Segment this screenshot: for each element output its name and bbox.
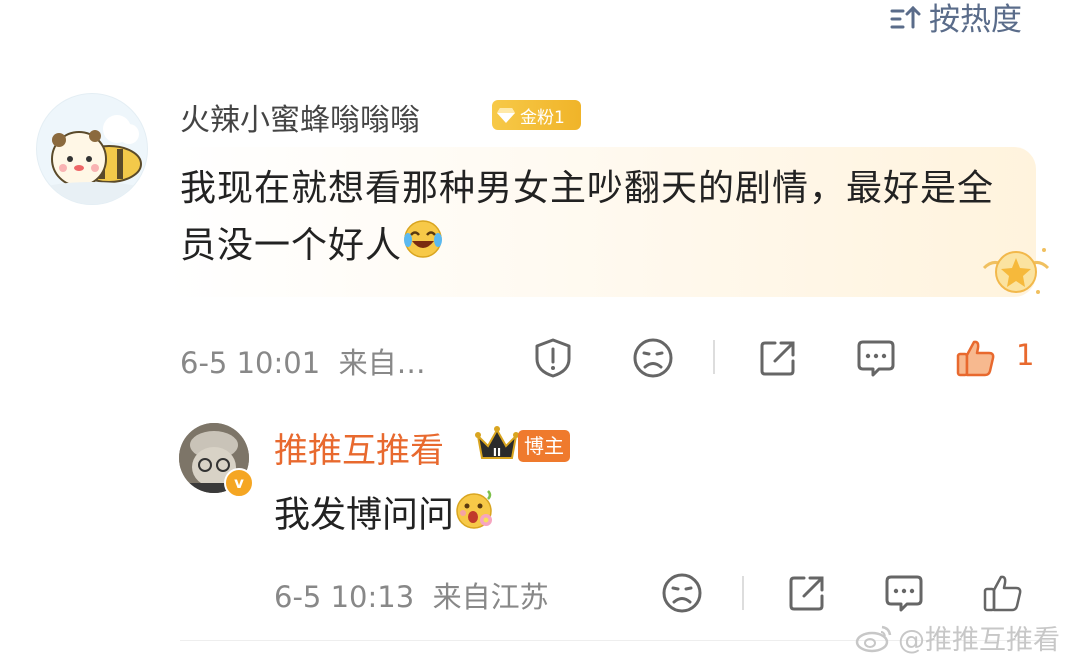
reply-meta: 6-5 10:13 来自江苏 <box>274 574 549 616</box>
reply-text: 我发博问问 <box>274 487 498 546</box>
diamond-icon <box>496 106 516 124</box>
comment-date: 6-5 10:01 <box>180 346 321 380</box>
watermark-text: @推推互推看 <box>898 625 1060 656</box>
share-icon[interactable] <box>757 337 799 379</box>
divider <box>742 576 744 610</box>
flower-face-emoji <box>454 487 498 546</box>
crown-icon: II <box>474 424 520 468</box>
comment-source: 来自… <box>338 346 426 380</box>
comment-text: 我现在就想看那种男女主吵翻天的剧情，最好是全员没一个好人 <box>180 160 1020 277</box>
dislike-face-icon[interactable] <box>661 572 703 614</box>
like-thumb-icon[interactable] <box>982 572 1024 614</box>
gold-star-decoration <box>980 242 1052 304</box>
reply-icon[interactable] <box>855 337 897 379</box>
laugh-cry-emoji <box>402 218 444 277</box>
report-icon[interactable] <box>531 337 575 379</box>
like-count: 1 <box>1016 338 1035 372</box>
watermark: @推推互推看 <box>850 618 1060 657</box>
avatar[interactable] <box>36 93 148 205</box>
svg-text:II: II <box>493 446 501 459</box>
host-badge: 博主 <box>518 430 570 462</box>
divider <box>713 340 715 374</box>
reply-date: 6-5 10:13 <box>274 580 415 614</box>
like-thumb-icon[interactable] <box>955 337 997 379</box>
fan-badge: 金粉1 <box>492 100 581 130</box>
verified-badge: v <box>224 468 254 498</box>
reply-icon[interactable] <box>883 572 925 614</box>
sort-toggle[interactable]: 按热度 <box>889 0 1022 39</box>
dislike-face-icon[interactable] <box>632 337 674 379</box>
comment-username[interactable]: 火辣小蜜蜂嗡嗡嗡 <box>180 95 420 139</box>
sort-icon <box>889 3 929 31</box>
comment-meta: 6-5 10:01 来自… <box>180 340 426 382</box>
share-icon[interactable] <box>786 572 828 614</box>
weibo-logo-icon <box>854 623 894 653</box>
sort-label: 按热度 <box>929 2 1022 38</box>
fan-badge-label: 金粉1 <box>520 107 565 128</box>
reply-source: 来自江苏 <box>432 580 549 614</box>
reply-username[interactable]: 推推互推看 <box>274 423 444 472</box>
